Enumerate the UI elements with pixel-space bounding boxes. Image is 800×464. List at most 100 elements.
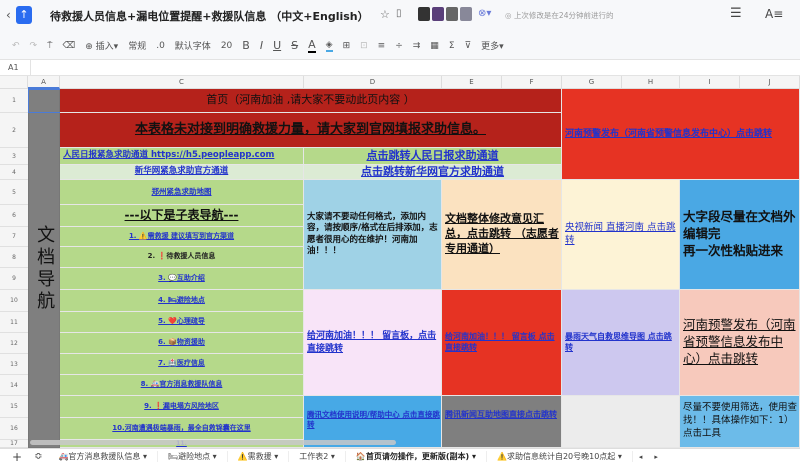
link-text[interactable]: 河南预警发布（河南省预警信息发布中心）点击跳转 [565, 128, 772, 140]
nav-item-1[interactable]: 1. ⚠️需救援 建议填写到官方渠道 [60, 227, 304, 247]
cell-message-board-link-2[interactable]: 给河南加油！！！ 留言板 点击直接跳转 [442, 290, 562, 396]
more-collaborators-icon[interactable]: ⊗▾ [478, 8, 491, 19]
row-header[interactable]: 12 [0, 333, 28, 354]
column-header-a[interactable]: A [28, 76, 60, 89]
cell-feedback-link[interactable]: 文档整体修改意见汇总，点击跳转 （志愿者专用通道） [442, 180, 562, 290]
italic-button[interactable]: I [260, 39, 263, 52]
strikethrough-button[interactable]: S [291, 39, 298, 52]
cell-reference[interactable]: A1 [8, 63, 19, 72]
column-header-g[interactable]: G [562, 76, 622, 89]
link-text[interactable]: 6. 📦物资援助 [158, 338, 205, 347]
cell-xinhua-jump[interactable]: 点击跳转新华网官方求助通道 [304, 165, 562, 180]
link-text[interactable]: 给河南加油！！！ 留言板，点击直接跳转 [307, 330, 441, 354]
nav-item-8[interactable]: 8. 🚑官方消息救援队信息 [60, 375, 304, 396]
scroll-tabs-left-icon[interactable]: ◂ [633, 453, 649, 461]
row-header[interactable]: 5 [0, 180, 28, 205]
sheet-tab[interactable]: 🚑官方消息救援队信息 ▾ [48, 451, 158, 462]
link-text[interactable]: 人民日报紧急求助通道 https://h5.peopleapp.com [63, 150, 274, 161]
format-dropdown[interactable]: 常规 [128, 39, 146, 52]
link-text[interactable]: 1. ⚠️需救援 建议填写到官方渠道 [129, 232, 234, 241]
nav-item-4[interactable]: 4. 🛏避险地点 [60, 290, 304, 312]
cell-empty[interactable] [562, 396, 680, 448]
star-icon[interactable]: ☆ [380, 8, 390, 21]
select-all-corner[interactable] [0, 76, 28, 89]
underline-button[interactable]: U [273, 39, 281, 52]
align-icon[interactable]: ≡ [378, 41, 386, 51]
column-header-e[interactable]: E [442, 76, 502, 89]
chart-icon[interactable]: ▦ [430, 41, 439, 51]
row-header[interactable]: 2 [0, 113, 28, 148]
link-text[interactable]: 腾讯文档使用说明/帮助中心 点击直接跳转 [307, 410, 441, 430]
row-header[interactable]: 14 [0, 375, 28, 396]
cell-message-board-link[interactable]: 给河南加油！！！ 留言板，点击直接跳转 [304, 290, 442, 396]
link-text[interactable]: 新华网紧急求助官方通道 [135, 166, 229, 177]
sheet-tab[interactable]: ⚠️需救援 ▾ [228, 451, 290, 462]
redo-icon[interactable]: ↷ [30, 41, 38, 51]
link-text[interactable]: 4. 🛏避险地点 [158, 296, 205, 305]
menu-icon[interactable]: ☰ [730, 6, 742, 21]
sum-icon[interactable]: Σ [449, 41, 455, 51]
link-text[interactable]: 暴雨天气自救思维导图 点击跳转 [565, 332, 679, 354]
formula-bar[interactable]: A1 [0, 60, 800, 76]
column-header-f[interactable]: F [502, 76, 562, 89]
selected-cell-a1[interactable] [28, 89, 61, 113]
nav-item-2[interactable]: 2. ❗待救援人员信息 [60, 247, 304, 268]
link-text[interactable]: 点击跳转新华网官方求助通道 [361, 165, 504, 179]
link-text[interactable]: 点击跳转人民日报求助通道 [367, 149, 499, 164]
link-text[interactable]: 9. ❗漏电塌方风险地区 [144, 402, 219, 411]
sheet-list-icon[interactable]: ≎ [28, 451, 48, 462]
row-header[interactable]: 16 [0, 418, 28, 440]
row-header[interactable]: 8 [0, 247, 28, 268]
cell-people-daily[interactable]: 人民日报紧急求助通道 https://h5.peopleapp.com [60, 148, 304, 165]
cell-format-notice[interactable]: 大家请不要动任何格式，添加内容，请按顺序/格式在后排添加，志愿者很用心的在维护！… [304, 180, 442, 290]
row-header[interactable]: 9 [0, 268, 28, 290]
cell-search-tip[interactable]: 尽量不要使用筛选，使用查找！！具体操作如下：1）点击工具 [680, 396, 800, 448]
row-header[interactable]: 10 [0, 290, 28, 312]
nav-item-5[interactable]: 5. ❤️心理疏导 [60, 312, 304, 333]
nav-item-3[interactable]: 3. 💬互助介绍 [60, 268, 304, 290]
font-dropdown[interactable]: 默认字体 [175, 39, 211, 52]
decimal-button[interactable]: .0 [156, 41, 165, 51]
row-header[interactable]: 3 [0, 148, 28, 165]
column-header-h[interactable]: H [622, 76, 680, 89]
fill-color-icon[interactable]: ◈ [325, 40, 333, 52]
cell-notice[interactable]: 本表格未对接到明确救援力量，请大家到官网填报求助信息。 [60, 113, 562, 148]
row-header[interactable]: 1 [0, 89, 28, 113]
sheet-tab[interactable]: 🛏避险地点 ▾ [158, 451, 228, 462]
font-size-dropdown[interactable]: 20 [221, 41, 232, 51]
row-header[interactable]: 13 [0, 354, 28, 375]
nav-item-6[interactable]: 6. 📦物资援助 [60, 333, 304, 354]
column-header-d[interactable]: D [304, 76, 442, 89]
link-text[interactable]: 10.河南遭遇极端暴雨，最全自救锦囊在这里 [112, 424, 250, 433]
column-header-c[interactable]: C [60, 76, 304, 89]
row-header[interactable]: 15 [0, 396, 28, 418]
link-text[interactable]: 河南预警发布（河南省预警信息发布中心）点击跳转 [683, 317, 799, 368]
text-color-button[interactable]: A [308, 38, 316, 53]
row-header[interactable]: 4 [0, 165, 28, 180]
nav-item-7[interactable]: 7. 🏥医疗信息 [60, 354, 304, 375]
cell-large-field-tip[interactable]: 大字段尽量在文档外编辑完 再一次性粘贴进来 [680, 180, 800, 290]
row-header[interactable]: 7 [0, 227, 28, 247]
bold-button[interactable]: B [242, 39, 250, 52]
wrap-icon[interactable]: ⇉ [413, 41, 421, 51]
cell-xinhua[interactable]: 新华网紧急求助官方通道 [60, 165, 304, 180]
cell-cctv-link[interactable]: 央视新闻 直播河南 点击跳转 [562, 180, 680, 290]
horizontal-scrollbar[interactable] [30, 440, 396, 445]
merge-icon[interactable]: ⊡ [360, 41, 368, 51]
vertical-align-icon[interactable]: ÷ [395, 41, 403, 51]
insert-button[interactable]: ⊕ 插入▾ [85, 39, 118, 52]
scroll-tabs-right-icon[interactable]: ▸ [648, 453, 664, 461]
filter-icon[interactable]: ⊽ [465, 41, 472, 51]
cell-tencent-map-link[interactable]: 腾讯新闻互助地图直接点击跳转 [442, 396, 562, 448]
text-format-icon[interactable]: A≡ [765, 7, 783, 21]
row-header[interactable]: 17 [0, 440, 28, 448]
more-button[interactable]: 更多▾ [481, 39, 504, 52]
cell-henan-warning-link-2[interactable]: 河南预警发布（河南省预警信息发布中心）点击跳转 [680, 290, 800, 396]
row-header[interactable]: 11 [0, 312, 28, 333]
link-text[interactable]: 7. 🏥医疗信息 [158, 359, 205, 368]
link-text[interactable]: 5. ❤️心理疏导 [158, 317, 205, 326]
link-text[interactable]: 8. 🚑官方消息救援队信息 [141, 380, 223, 389]
link-text[interactable]: 3. 💬互助介绍 [158, 274, 205, 283]
column-header-j[interactable]: J [740, 76, 800, 89]
nav-item-zhengzhou-map[interactable]: 郑州紧急求助地图 [60, 180, 304, 205]
